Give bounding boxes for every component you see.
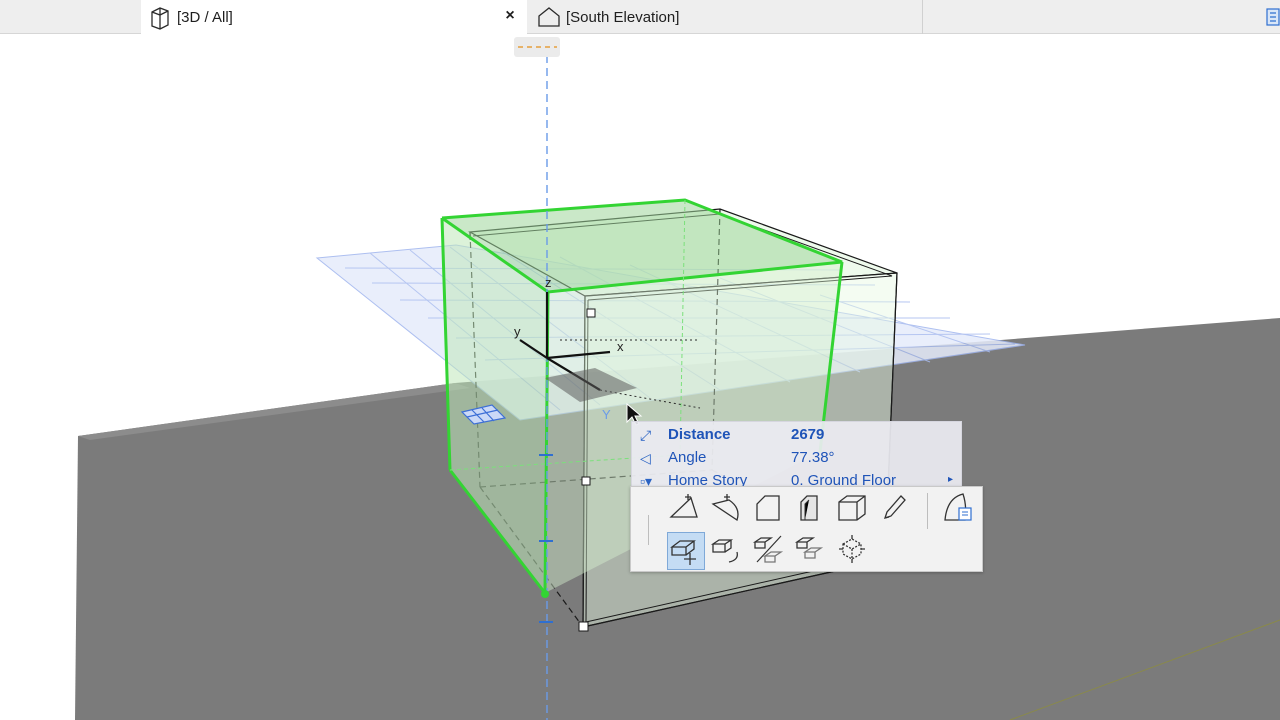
navigator-icon[interactable] [1258,6,1280,28]
view-tab-bar: [3D / All] × [South Elevation] [0,0,1280,35]
tracker-row-home-story[interactable]: ▫▾ Home Story 0. Ground Floor ▸ [632,470,961,487]
curved-edge-icon[interactable] [793,490,831,528]
archicad-window: [3D / All] × [South Elevation] z y x Y ⤢… [0,0,1280,720]
drag-icon[interactable] [667,532,705,570]
elevation-icon [536,4,562,30]
tracker-label: Home Story [668,472,748,487]
tracker-label: Angle [668,449,707,466]
tab-3d-all[interactable]: [3D / All] × [141,0,527,35]
axis-label-z: z [545,275,552,290]
tab-label: [3D / All] [177,9,233,26]
tracker-row-angle[interactable]: ◁ Angle 77.38° [632,447,961,469]
multiply-icon[interactable] [793,532,831,570]
rotate-icon[interactable] [709,532,747,570]
distance-icon: ⤢ [640,427,652,443]
axis-label-x: x [617,339,624,354]
pet-palette [630,486,983,572]
add-vertex-icon[interactable] [667,490,705,528]
angle-icon: ◁ [640,450,651,466]
tab-label: [South Elevation] [566,8,680,26]
3d-view-icon [147,5,173,31]
selected-vertex[interactable] [541,590,549,598]
3d-viewport[interactable]: z y x Y ⤢ Distance 2679 ◁ Angle 77.38° ▫… [0,35,1280,720]
axis-label-y-upper: Y [602,407,611,422]
axis-label-y: y [514,324,521,339]
submenu-arrow-icon[interactable]: ▸ [948,474,953,485]
tracker-value[interactable]: 77.38° [791,449,835,466]
push-pull-icon[interactable] [835,490,873,528]
3d-model-canvas[interactable]: z y x Y [0,35,1280,720]
palette-divider [927,493,928,529]
offset-edge-icon[interactable] [751,490,789,528]
morph-settings-icon[interactable] [939,490,977,528]
tab-south-elevation[interactable]: [South Elevation] [536,0,922,34]
palette-divider [648,515,649,545]
tab-divider [922,0,923,34]
tracker-value[interactable]: 0. Ground Floor [791,472,896,486]
tracker-panel[interactable]: ⤢ Distance 2679 ◁ Angle 77.38° ▫▾ Home S… [631,421,962,487]
home-story-icon: ▫▾ [640,473,652,487]
arc-edge-icon[interactable] [709,490,747,528]
elevate-icon[interactable] [835,532,873,570]
tracker-label: Distance [668,426,731,443]
tracker-value[interactable]: 2679 [791,426,824,443]
mirror-icon[interactable] [751,532,789,570]
tracker-row-distance[interactable]: ⤢ Distance 2679 [632,424,961,446]
custom-edit-icon[interactable] [877,490,915,528]
close-tab-icon[interactable]: × [501,7,519,25]
